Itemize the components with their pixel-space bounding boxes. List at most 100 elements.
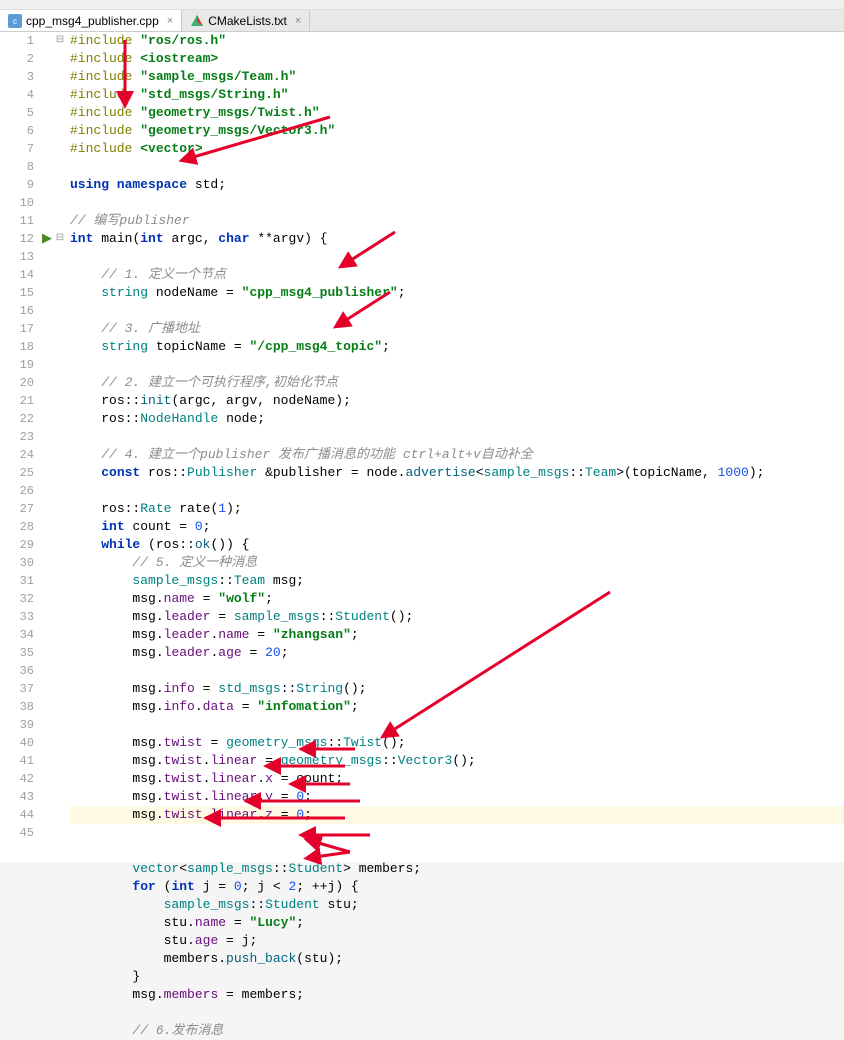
fold-toggle[interactable]: ⊟ [54, 230, 66, 248]
breakpoint-slot[interactable] [40, 734, 54, 752]
code-line[interactable]: msg.info = std_msgs::String(); [70, 680, 844, 698]
code-line[interactable]: ros::init(argc, argv, nodeName); [70, 392, 844, 410]
fold-toggle[interactable] [54, 806, 66, 824]
fold-toggle[interactable] [54, 608, 66, 626]
fold-toggle[interactable] [54, 104, 66, 122]
code-line[interactable]: msg.twist.linear = geometry_msgs::Vector… [70, 752, 844, 770]
breakpoint-slot[interactable] [40, 176, 54, 194]
fold-toggle[interactable] [54, 536, 66, 554]
fold-toggle[interactable] [54, 410, 66, 428]
fold-toggle[interactable] [54, 86, 66, 104]
fold-toggle[interactable] [54, 878, 66, 896]
breakpoint-slot[interactable] [40, 122, 54, 140]
fold-toggle[interactable] [54, 698, 66, 716]
fold-toggle[interactable] [54, 554, 66, 572]
code-line[interactable]: stu.age = j; [70, 932, 844, 950]
code-line[interactable]: #include "ros/ros.h" [70, 32, 844, 50]
code-line[interactable]: msg.twist.linear.x = count; [70, 770, 844, 788]
code-line[interactable]: // 编写publisher [70, 212, 844, 230]
fold-toggle[interactable] [54, 752, 66, 770]
code-line[interactable]: #include "geometry_msgs/Vector3.h" [70, 122, 844, 140]
fold-toggle[interactable] [54, 1022, 66, 1040]
code-editor[interactable]: 1234567891011121314151617181920212223242… [0, 32, 844, 862]
code-line[interactable]: ros::Rate rate(1); [70, 500, 844, 518]
breakpoint-slot[interactable] [40, 554, 54, 572]
breakpoint-slot[interactable] [40, 968, 54, 986]
fold-toggle[interactable] [54, 1004, 66, 1022]
code-line[interactable] [70, 158, 844, 176]
breakpoint-slot[interactable] [40, 68, 54, 86]
breakpoint-slot[interactable] [40, 842, 54, 860]
breakpoint-slot[interactable] [40, 716, 54, 734]
code-line[interactable]: vector<sample_msgs::Student> members; [70, 860, 844, 878]
breakpoint-slot[interactable] [40, 680, 54, 698]
breakpoint-slot[interactable] [40, 302, 54, 320]
fold-toggle[interactable] [54, 824, 66, 842]
code-line[interactable]: #include <vector> [70, 140, 844, 158]
breakpoint-slot[interactable]: ▶ [40, 230, 54, 248]
breakpoint-slot[interactable] [40, 158, 54, 176]
breakpoint-slot[interactable] [40, 536, 54, 554]
fold-toggle[interactable] [54, 968, 66, 986]
code-line[interactable]: // 4. 建立一个publisher 发布广播消息的功能 ctrl+alt+v… [70, 446, 844, 464]
fold-toggle[interactable] [54, 122, 66, 140]
tab-cmakelists[interactable]: CMakeLists.txt × [182, 10, 310, 31]
fold-toggle[interactable] [54, 428, 66, 446]
fold-toggle[interactable] [54, 590, 66, 608]
fold-toggle[interactable] [54, 626, 66, 644]
fold-toggle[interactable] [54, 716, 66, 734]
breakpoint-slot[interactable] [40, 752, 54, 770]
code-line[interactable]: msg.leader = sample_msgs::Student(); [70, 608, 844, 626]
fold-toggle[interactable] [54, 158, 66, 176]
breakpoint-slot[interactable] [40, 644, 54, 662]
breakpoint-slot[interactable] [40, 212, 54, 230]
fold-toggle[interactable] [54, 500, 66, 518]
code-line[interactable]: #include "std_msgs/String.h" [70, 86, 844, 104]
breakpoint-gutter[interactable]: ▶ [40, 32, 54, 862]
code-line[interactable]: int main(int argc, char **argv) { [70, 230, 844, 248]
fold-toggle[interactable] [54, 68, 66, 86]
code-line[interactable]: #include "geometry_msgs/Twist.h" [70, 104, 844, 122]
code-line[interactable]: string nodeName = "cpp_msg4_publisher"; [70, 284, 844, 302]
fold-toggle[interactable] [54, 860, 66, 878]
code-line[interactable]: stu.name = "Lucy"; [70, 914, 844, 932]
fold-toggle[interactable] [54, 320, 66, 338]
breakpoint-slot[interactable] [40, 788, 54, 806]
fold-toggle[interactable] [54, 356, 66, 374]
code-line[interactable] [70, 194, 844, 212]
code-line[interactable]: msg.twist.linear.y = 0; [70, 788, 844, 806]
code-line[interactable]: msg.name = "wolf"; [70, 590, 844, 608]
code-line[interactable] [70, 428, 844, 446]
fold-toggle[interactable] [54, 662, 66, 680]
code-line[interactable]: while (ros::ok()) { [70, 536, 844, 554]
breakpoint-slot[interactable] [40, 824, 54, 842]
code-line[interactable]: msg.members = members; [70, 986, 844, 1004]
code-line[interactable]: using namespace std; [70, 176, 844, 194]
fold-toggle[interactable] [54, 212, 66, 230]
code-line[interactable]: string topicName = "/cpp_msg4_topic"; [70, 338, 844, 356]
fold-toggle[interactable] [54, 896, 66, 914]
fold-toggle[interactable] [54, 302, 66, 320]
breakpoint-slot[interactable] [40, 914, 54, 932]
breakpoint-slot[interactable] [40, 572, 54, 590]
fold-toggle[interactable] [54, 932, 66, 950]
fold-toggle[interactable] [54, 176, 66, 194]
fold-toggle[interactable] [54, 248, 66, 266]
code-line[interactable]: msg.leader.age = 20; [70, 644, 844, 662]
breakpoint-slot[interactable] [40, 428, 54, 446]
fold-toggle[interactable] [54, 914, 66, 932]
fold-toggle[interactable] [54, 518, 66, 536]
code-line[interactable] [70, 302, 844, 320]
code-area[interactable]: #include "ros/ros.h"#include <iostream>#… [66, 32, 844, 862]
fold-toggle[interactable] [54, 680, 66, 698]
fold-toggle[interactable] [54, 788, 66, 806]
breakpoint-slot[interactable] [40, 464, 54, 482]
breakpoint-slot[interactable] [40, 356, 54, 374]
fold-toggle[interactable] [54, 770, 66, 788]
breakpoint-slot[interactable] [40, 482, 54, 500]
fold-toggle[interactable] [54, 842, 66, 860]
breakpoint-slot[interactable] [40, 608, 54, 626]
breakpoint-slot[interactable] [40, 1022, 54, 1040]
fold-toggle[interactable] [54, 266, 66, 284]
code-line[interactable]: // 1. 定义一个节点 [70, 266, 844, 284]
